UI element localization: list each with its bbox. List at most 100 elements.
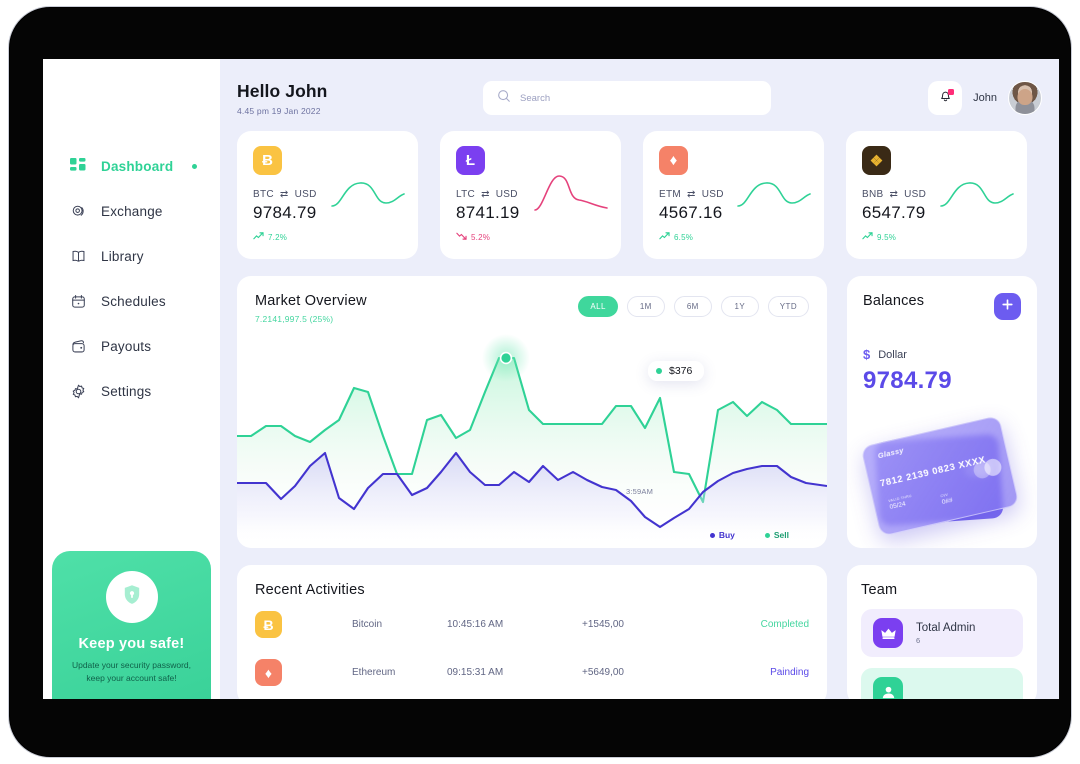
sidebar-item-label: Exchange xyxy=(101,203,163,219)
search-bar[interactable] xyxy=(483,81,771,115)
list-item[interactable] xyxy=(861,668,1023,699)
shield-lock-icon xyxy=(119,582,145,613)
topbar: Hello John 4.45 pm 19 Jan 2022 Search Jo… xyxy=(237,73,1042,123)
balances-column: Balances $ Dollar 9784.79 Glassy 7812 21… xyxy=(847,276,1037,548)
range-pill-all[interactable]: ALL xyxy=(578,296,618,317)
crypto-from: BTC xyxy=(253,189,274,200)
range-pill-ytd[interactable]: YTD xyxy=(767,296,809,317)
legend-item-buy: Buy xyxy=(709,530,735,540)
sidebar-item-label: Library xyxy=(101,248,144,264)
balances-header: Balances xyxy=(863,293,1021,320)
ethereum-icon: ♦ xyxy=(659,146,688,175)
card-number: 7812 2139 0823 XXXX xyxy=(879,454,987,490)
crypto-to: USD xyxy=(495,189,518,200)
range-pill-1y[interactable]: 1Y xyxy=(720,296,759,317)
crypto-cards-row: Ƀ BTC ⇄ USD 9784.79 7.2% Ł LTC ⇄ USD 874… xyxy=(237,131,1042,259)
sidebar-item-label: Settings xyxy=(101,383,152,399)
crypto-card-etm[interactable]: ♦ ETM ⇄ USD 4567.16 6.5% xyxy=(643,131,824,259)
promo-title: Keep you safe! xyxy=(78,636,185,652)
crypto-glyph: ❖ xyxy=(869,152,884,170)
card-brand-label: Glassy xyxy=(876,445,905,461)
swap-icon: ⇄ xyxy=(687,189,696,200)
promo-description: Update your security password, keep your… xyxy=(71,660,192,684)
market-column: Market Overview 7.2141,997.5 (25%) ALL 1… xyxy=(237,276,827,548)
ethereum-icon: ♦ xyxy=(255,659,282,686)
sidebar-item-settings[interactable]: Settings xyxy=(69,376,220,406)
activity-amount: +5649,00 xyxy=(582,667,624,678)
crypto-card-btc[interactable]: Ƀ BTC ⇄ USD 9784.79 7.2% xyxy=(237,131,418,259)
crypto-from: BNB xyxy=(862,189,884,200)
activity-glyph: Ƀ xyxy=(263,616,274,633)
currency-row: $ Dollar xyxy=(863,347,1021,362)
list-item[interactable]: Total Admin 6 xyxy=(861,609,1023,657)
crypto-card-bnb[interactable]: ❖ BNB ⇄ USD 6547.79 9.5% xyxy=(846,131,1027,259)
content-grid: Market Overview 7.2141,997.5 (25%) ALL 1… xyxy=(237,276,1042,548)
security-promo-card[interactable]: Keep you safe! Update your security pass… xyxy=(52,551,211,699)
swap-icon: ⇄ xyxy=(481,189,490,200)
binance-icon: ❖ xyxy=(862,146,891,175)
table-row[interactable]: Ƀ Bitcoin 10:45:16 AM +1545,00 Completed xyxy=(255,603,809,646)
sparkline-chart xyxy=(736,174,812,221)
grid-icon xyxy=(69,157,88,176)
team-count: 6 xyxy=(916,635,921,645)
notification-badge xyxy=(948,89,955,95)
activities-title: Recent Activities xyxy=(255,582,365,598)
page-title: Hello John xyxy=(237,80,328,101)
crypto-to: USD xyxy=(904,189,927,200)
sidebar-item-library[interactable]: Library xyxy=(69,241,220,271)
main-content: Hello John 4.45 pm 19 Jan 2022 Search Jo… xyxy=(220,59,1059,699)
currency-symbol: $ xyxy=(863,347,871,362)
swap-icon: ⇄ xyxy=(279,189,289,200)
market-chart[interactable]: $376 3:59AM Buy Sell xyxy=(237,332,827,544)
card-cvv: 0## xyxy=(941,496,954,507)
crypto-change: 5.2% xyxy=(456,232,605,242)
tablet-device-frame: Dashboard Exchange Library Schedules Pay… xyxy=(8,6,1072,758)
crypto-change-value: 6.5% xyxy=(674,232,694,242)
crypto-change-value: 7.2% xyxy=(268,232,288,242)
sidebar-item-dashboard[interactable]: Dashboard xyxy=(69,151,220,181)
active-indicator-dot xyxy=(192,163,198,169)
plus-icon xyxy=(1001,298,1014,315)
bank-card-front: Glassy 7812 2139 0823 XXXX VALID THRU 05… xyxy=(860,415,1020,537)
crypto-glyph: Ł xyxy=(465,152,476,169)
range-pill-1m[interactable]: 1M xyxy=(626,296,665,317)
notifications-button[interactable] xyxy=(928,81,963,115)
range-filter-group: ALL 1M 6M 1Y YTD xyxy=(578,293,809,317)
sidebar-item-exchange[interactable]: Exchange xyxy=(69,196,220,226)
team-text-block: Total Admin 6 xyxy=(916,622,975,645)
activity-time: 09:15:31 AM xyxy=(447,667,504,678)
market-title-block: Market Overview 7.2141,997.5 (25%) xyxy=(255,293,367,324)
add-balance-button[interactable] xyxy=(994,293,1021,320)
team-title: Team xyxy=(861,582,898,598)
avatar[interactable] xyxy=(1008,81,1042,115)
search-input[interactable] xyxy=(520,92,757,104)
crypto-change: 9.5% xyxy=(862,232,1011,242)
topbar-actions: John xyxy=(928,81,1042,115)
bank-cards-stack[interactable]: Glassy 7812 2139 0823 XXXX VALID THRU 05… xyxy=(860,415,1025,537)
crypto-change-value: 5.2% xyxy=(471,232,491,242)
legend-label-buy: Buy xyxy=(718,530,735,540)
bitcoin-icon: Ƀ xyxy=(255,611,282,638)
user-name-label: John xyxy=(973,92,997,104)
sidebar: Dashboard Exchange Library Schedules Pay… xyxy=(43,59,220,699)
table-row[interactable]: ♦ Ethereum 09:15:31 AM +5649,00 Painding xyxy=(255,651,809,694)
trend-up-icon xyxy=(862,232,873,242)
activity-name: Ethereum xyxy=(352,667,396,678)
tooltip-value: $376 xyxy=(669,365,693,377)
crypto-change: 6.5% xyxy=(659,232,808,242)
sidebar-nav: Dashboard Exchange Library Schedules Pay… xyxy=(43,151,220,406)
sidebar-item-schedules[interactable]: Schedules xyxy=(69,286,220,316)
bottom-grid: Recent Activities Ƀ Bitcoin 10:45:16 AM … xyxy=(237,565,1042,699)
crypto-to: USD xyxy=(701,189,724,200)
chart-legend: Buy Sell xyxy=(709,530,789,540)
trend-up-icon xyxy=(253,232,264,242)
sidebar-item-payouts[interactable]: Payouts xyxy=(69,331,220,361)
sparkline-chart xyxy=(533,174,609,221)
market-overview-panel: Market Overview 7.2141,997.5 (25%) ALL 1… xyxy=(237,276,827,548)
market-header: Market Overview 7.2141,997.5 (25%) ALL 1… xyxy=(237,293,827,324)
range-pill-6m[interactable]: 6M xyxy=(673,296,712,317)
crypto-glyph: Ƀ xyxy=(262,152,273,169)
sparkline-chart xyxy=(939,174,1015,221)
crypto-card-ltc[interactable]: Ł LTC ⇄ USD 8741.19 5.2% xyxy=(440,131,621,259)
crypto-glyph: ♦ xyxy=(669,152,678,169)
